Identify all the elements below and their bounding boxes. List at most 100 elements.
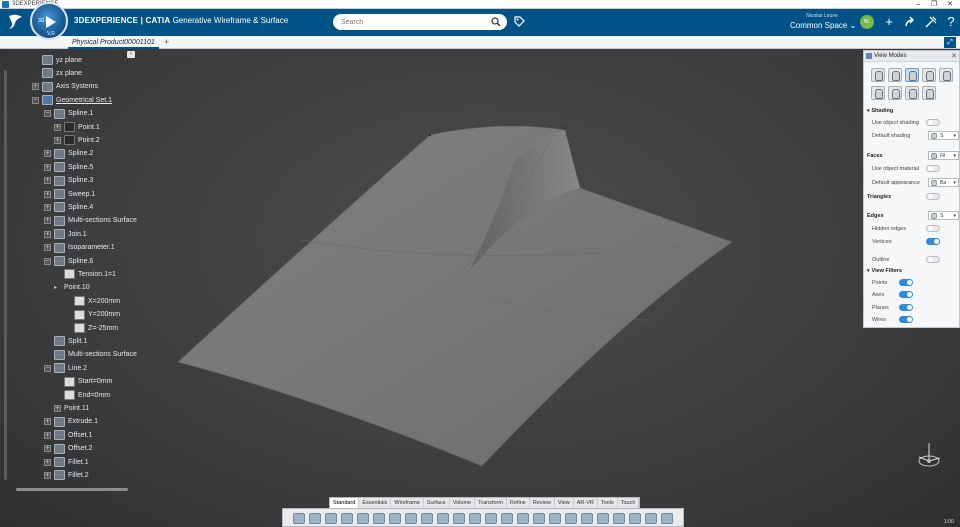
- tool-icon[interactable]: [373, 513, 385, 524]
- wires-filter-toggle[interactable]: [899, 316, 913, 323]
- tree-scrollbar[interactable]: [4, 70, 7, 480]
- tool-icon[interactable]: [533, 513, 545, 524]
- panel-header[interactable]: View Modes ✕: [864, 51, 959, 62]
- plus-icon[interactable]: +: [882, 15, 896, 29]
- expand-icon[interactable]: +: [44, 177, 51, 185]
- action-tab-touch[interactable]: Touch: [618, 498, 640, 508]
- tag-icon[interactable]: [513, 15, 526, 28]
- action-tab-volume[interactable]: Volume: [450, 498, 476, 508]
- tool-icon[interactable]: [357, 513, 369, 524]
- tree-item[interactable]: End=0mm: [54, 389, 110, 401]
- view-mode-button[interactable]: [888, 68, 902, 82]
- collapse-icon[interactable]: −: [44, 364, 51, 372]
- tree-item[interactable]: + Fillet.2: [44, 469, 89, 481]
- outline-toggle[interactable]: [926, 256, 940, 263]
- search-icon[interactable]: [491, 17, 501, 27]
- tool-icon[interactable]: [293, 513, 305, 524]
- search-box[interactable]: [333, 14, 507, 30]
- action-tab-tools[interactable]: Tools: [598, 498, 618, 508]
- expand-icon[interactable]: +: [44, 431, 51, 439]
- tree-item[interactable]: + Isoparameter.1: [44, 242, 115, 254]
- tool-icon[interactable]: [389, 513, 401, 524]
- tool-icon[interactable]: [325, 513, 337, 524]
- view-mode-button[interactable]: [905, 68, 919, 82]
- tree-item[interactable]: Start=0mm: [54, 376, 112, 388]
- expand-icon[interactable]: +: [44, 203, 51, 211]
- view-mode-button[interactable]: [888, 86, 902, 100]
- maximize-button[interactable]: ❐: [928, 0, 940, 9]
- tree-item[interactable]: + Join.1: [44, 228, 87, 240]
- tool-icon[interactable]: [309, 513, 321, 524]
- action-tab-ar-vr[interactable]: AR-VR: [574, 498, 598, 508]
- help-icon[interactable]: ?: [944, 15, 958, 29]
- use-object-shading-toggle[interactable]: [926, 119, 940, 126]
- expand-icon[interactable]: +: [44, 445, 51, 453]
- minimize-button[interactable]: –: [912, 0, 924, 9]
- tree-item[interactable]: + Sweep.1: [44, 188, 95, 200]
- tree-item[interactable]: − Geometrical Set.1: [32, 94, 112, 106]
- tree-item[interactable]: Tension.1=1: [54, 268, 116, 280]
- faces-select[interactable]: Fil ▾: [928, 151, 959, 160]
- collaborative-space-selector[interactable]: Common Space ⌄: [790, 21, 856, 30]
- tree-item[interactable]: Y=200mm: [64, 309, 120, 321]
- tool-icon[interactable]: [629, 513, 641, 524]
- tool-icon[interactable]: [645, 513, 657, 524]
- tool-icon[interactable]: [549, 513, 561, 524]
- close-window-button[interactable]: ✕: [944, 0, 956, 9]
- tool-icon[interactable]: [581, 513, 593, 524]
- tree-item[interactable]: ▸ Point.10: [54, 282, 90, 294]
- search-input[interactable]: [341, 16, 481, 28]
- close-icon[interactable]: ✕: [951, 52, 957, 60]
- avatar[interactable]: NL: [860, 15, 874, 29]
- tool-icon[interactable]: [405, 513, 417, 524]
- action-tab-view[interactable]: View: [555, 498, 574, 508]
- tool-icon[interactable]: [421, 513, 433, 524]
- view-mode-button[interactable]: [939, 68, 953, 82]
- tree-item[interactable]: yz plane: [32, 54, 82, 66]
- tree-item[interactable]: Z=-25mm: [64, 322, 118, 334]
- tree-item[interactable]: + Axis Systems: [32, 81, 98, 93]
- view-mode-button[interactable]: [922, 68, 936, 82]
- default-shading-select[interactable]: S ▾: [928, 131, 959, 140]
- tree-item[interactable]: + Spline.4: [44, 201, 93, 213]
- tree-item[interactable]: X=200mm: [64, 295, 120, 307]
- tree-item[interactable]: − Line.2: [44, 362, 87, 374]
- tool-icon[interactable]: [341, 513, 353, 524]
- tool-icon[interactable]: [597, 513, 609, 524]
- default-appearance-select[interactable]: Ba ▾: [928, 178, 959, 187]
- planes-filter-toggle[interactable]: [899, 304, 913, 311]
- expand-icon[interactable]: +: [44, 471, 51, 479]
- expand-icon[interactable]: +: [54, 136, 61, 144]
- action-tab-essentials[interactable]: Essentials: [359, 498, 392, 508]
- view-filters-section-title[interactable]: ▾ View Filters: [867, 268, 902, 274]
- tool-icon[interactable]: [485, 513, 497, 524]
- tree-item[interactable]: + Spline.5: [44, 161, 93, 173]
- expand-arrow-icon[interactable]: ▸: [54, 284, 61, 291]
- collapse-icon[interactable]: −: [44, 257, 51, 265]
- ds-logo-icon[interactable]: [6, 13, 26, 31]
- hidden-edges-toggle[interactable]: [926, 225, 940, 232]
- tree-item[interactable]: + Fillet.1: [44, 456, 89, 468]
- view-mode-button[interactable]: [922, 86, 936, 100]
- tree-item[interactable]: Split.1: [44, 335, 87, 347]
- tree-item[interactable]: + Point.11: [54, 402, 89, 414]
- tool-icon[interactable]: [453, 513, 465, 524]
- action-tab-refine[interactable]: Refine: [507, 498, 530, 508]
- share-icon[interactable]: [903, 15, 917, 29]
- view-mode-button[interactable]: [905, 86, 919, 100]
- expand-icon[interactable]: +: [32, 83, 39, 91]
- action-tab-review[interactable]: Review: [530, 498, 555, 508]
- expand-icon[interactable]: +: [54, 123, 61, 131]
- edges-select[interactable]: S ▾: [928, 211, 959, 220]
- view-mode-button[interactable]: [871, 68, 885, 82]
- expand-icon[interactable]: +: [54, 404, 61, 412]
- surface-model[interactable]: [0, 49, 960, 527]
- tree-item[interactable]: + Point.2: [54, 134, 100, 146]
- shading-section-title[interactable]: ▾ Shading: [867, 108, 893, 114]
- view-mode-button[interactable]: [871, 86, 885, 100]
- tool-icon[interactable]: [469, 513, 481, 524]
- triangles-toggle[interactable]: [926, 193, 940, 200]
- expand-icon[interactable]: +: [44, 150, 51, 158]
- tree-item[interactable]: + Offset.2: [44, 443, 92, 455]
- tree-item[interactable]: + Offset.1: [44, 429, 92, 441]
